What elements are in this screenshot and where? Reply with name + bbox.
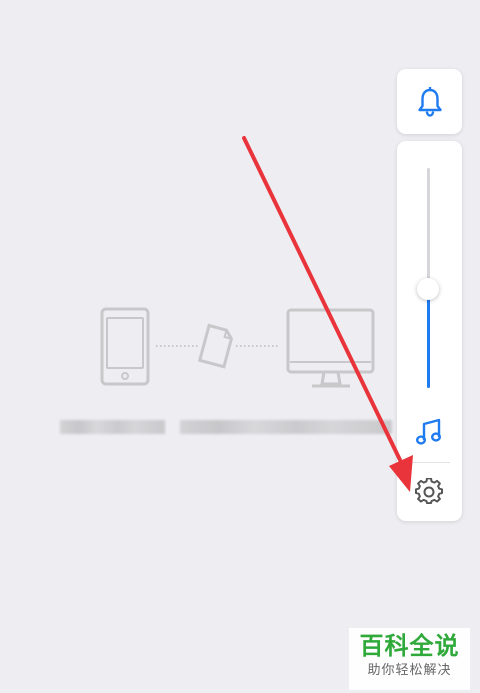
volume-slider-fill (427, 289, 430, 388)
watermark-title: 百科全说 (359, 632, 460, 660)
watermark-subtitle: 助你轻松解决 (367, 663, 452, 678)
phone-icon (100, 307, 150, 386)
file-icon (197, 323, 234, 369)
monitor-icon (286, 308, 375, 388)
watermark: 百科全说 助你轻松解决 (349, 628, 470, 690)
music-note-icon[interactable] (415, 417, 443, 447)
device-transfer-illustration (100, 307, 375, 388)
gear-icon[interactable] (415, 478, 443, 506)
volume-panel (397, 141, 462, 521)
volume-slider-thumb[interactable] (417, 278, 439, 300)
blurred-text-right (180, 420, 392, 434)
blurred-text-left (60, 420, 165, 434)
panel-divider (409, 462, 450, 463)
bell-icon (417, 86, 442, 117)
ringer-button[interactable] (397, 69, 462, 134)
